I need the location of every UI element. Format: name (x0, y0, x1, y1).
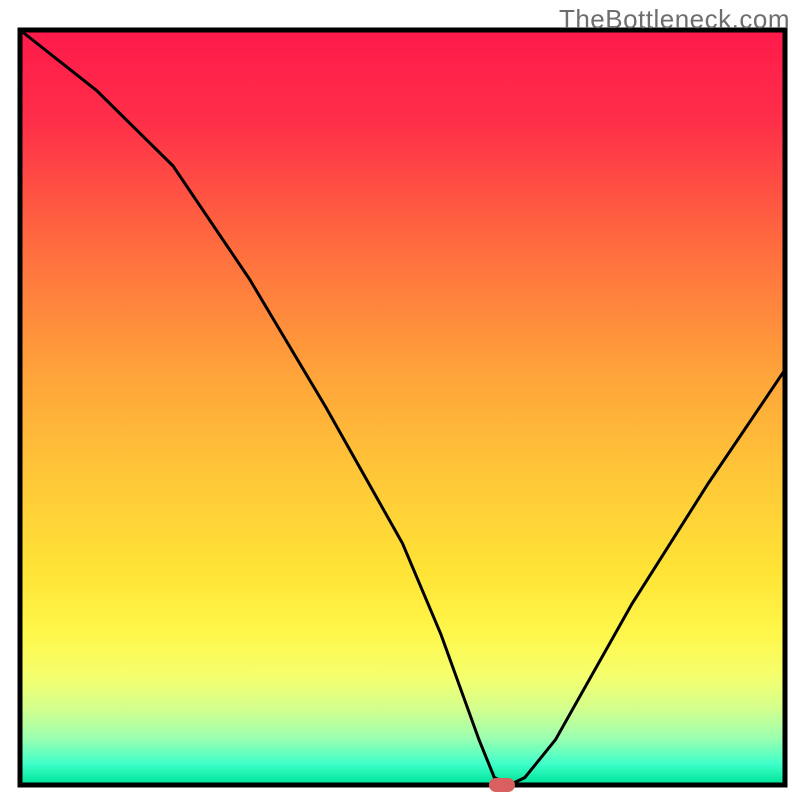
chart-container: TheBottleneck.com (0, 0, 800, 800)
chart-svg (0, 0, 800, 800)
gradient-fill (22, 32, 783, 783)
optimal-marker (489, 778, 515, 792)
watermark-text: TheBottleneck.com (559, 4, 790, 35)
